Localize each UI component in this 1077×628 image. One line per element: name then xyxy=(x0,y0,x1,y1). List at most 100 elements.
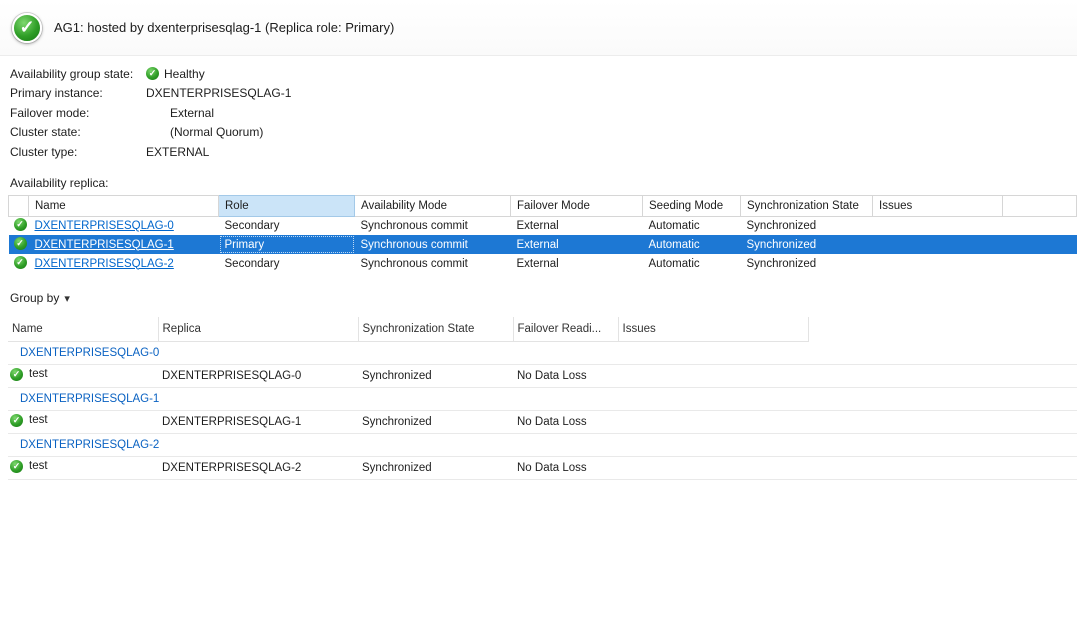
summary-label: Primary instance: xyxy=(10,86,146,100)
replica-role-cell: Secondary xyxy=(219,216,355,235)
group-name-cell: DXENTERPRISESQLAG-1 xyxy=(8,387,1077,410)
ag-healthy-icon xyxy=(12,13,42,43)
replica-seeding-mode-cell: Automatic xyxy=(643,254,741,273)
availability-replica-label: Availability replica: xyxy=(10,176,1077,190)
replica-failover-mode-cell: External xyxy=(511,216,643,235)
column-header-name[interactable]: Name xyxy=(8,317,158,341)
database-group-row[interactable]: DXENTERPRISESQLAG-1 xyxy=(8,387,1077,410)
summary-value: External xyxy=(170,106,214,120)
chevron-down-icon xyxy=(64,291,70,305)
column-header-failover-readiness[interactable]: Failover Readi... xyxy=(513,317,618,341)
summary-label: Cluster type: xyxy=(10,145,146,159)
replica-table-header-row: Name Role Availability Mode Failover Mod… xyxy=(9,195,1077,216)
replica-name-cell: DXENTERPRISESQLAG-1 xyxy=(29,235,219,254)
database-row[interactable]: test DXENTERPRISESQLAG-0 Synchronized No… xyxy=(8,364,1077,387)
healthy-icon xyxy=(10,460,23,473)
database-replica-cell: DXENTERPRISESQLAG-0 xyxy=(158,364,358,387)
healthy-icon xyxy=(14,218,27,231)
column-header-synchronization-state[interactable]: Synchronization State xyxy=(741,195,873,216)
database-failover-readiness-cell: No Data Loss xyxy=(513,364,618,387)
database-replica-cell: DXENTERPRISESQLAG-1 xyxy=(158,410,358,433)
database-row[interactable]: test DXENTERPRISESQLAG-1 Synchronized No… xyxy=(8,410,1077,433)
database-failover-readiness-cell: No Data Loss xyxy=(513,456,618,479)
replica-link[interactable]: DXENTERPRISESQLAG-1 xyxy=(35,239,174,251)
replica-filler-cell xyxy=(1003,254,1077,273)
database-filler-cell xyxy=(808,410,1077,433)
summary-row-group-state: Availability group state: Healthy xyxy=(10,64,1077,84)
database-group-row[interactable]: DXENTERPRISESQLAG-2 xyxy=(8,433,1077,456)
group-replica-name: DXENTERPRISESQLAG-1 xyxy=(20,393,159,405)
database-name-cell: test xyxy=(8,456,158,479)
database-group-row[interactable]: DXENTERPRISESQLAG-0 xyxy=(8,341,1077,364)
replica-state-cell xyxy=(9,216,29,235)
column-header-role[interactable]: Role xyxy=(219,195,355,216)
replica-name-cell: DXENTERPRISESQLAG-0 xyxy=(29,216,219,235)
page-title: AG1: hosted by dxenterprisesqlag-1 (Repl… xyxy=(54,20,394,35)
column-header-name[interactable]: Name xyxy=(29,195,219,216)
summary-label: Availability group state: xyxy=(10,67,146,81)
replica-failover-mode-cell: External xyxy=(511,254,643,273)
replica-state-cell xyxy=(9,235,29,254)
replica-link[interactable]: DXENTERPRISESQLAG-0 xyxy=(35,220,174,232)
database-table: Name Replica Synchronization State Failo… xyxy=(8,317,1077,480)
summary-value: (Normal Quorum) xyxy=(170,125,263,139)
replica-synchronization-state-cell: Synchronized xyxy=(741,235,873,254)
summary-row-cluster-state: Cluster state: (Normal Quorum) xyxy=(10,123,1077,143)
summary-label: Failover mode: xyxy=(10,106,146,120)
column-header-availability-mode[interactable]: Availability Mode xyxy=(355,195,511,216)
column-header-synchronization-state[interactable]: Synchronization State xyxy=(358,317,513,341)
column-header-seeding-mode[interactable]: Seeding Mode xyxy=(643,195,741,216)
column-header-issues[interactable]: Issues xyxy=(873,195,1003,216)
database-sync-state-cell: Synchronized xyxy=(358,364,513,387)
summary-row-cluster-type: Cluster type: EXTERNAL xyxy=(10,142,1077,162)
column-header-replica[interactable]: Replica xyxy=(158,317,358,341)
summary-section: Availability group state: Healthy Primar… xyxy=(0,56,1077,162)
database-issues-cell xyxy=(618,364,808,387)
availability-replica-table: Name Role Availability Mode Failover Mod… xyxy=(8,195,1077,274)
group-by-label: Group by xyxy=(10,291,59,305)
database-filler-cell xyxy=(808,456,1077,479)
replica-role-cell: Secondary xyxy=(219,254,355,273)
replica-row[interactable]: DXENTERPRISESQLAG-2 Secondary Synchronou… xyxy=(9,254,1077,273)
group-by-dropdown[interactable]: Group by xyxy=(10,291,70,305)
database-filler-cell xyxy=(808,364,1077,387)
replica-filler-cell xyxy=(1003,235,1077,254)
replica-issues-cell xyxy=(873,254,1003,273)
database-row[interactable]: test DXENTERPRISESQLAG-2 Synchronized No… xyxy=(8,456,1077,479)
group-replica-name: DXENTERPRISESQLAG-2 xyxy=(20,439,159,451)
database-name-cell: test xyxy=(8,410,158,433)
column-header-filler xyxy=(1003,195,1077,216)
database-failover-readiness-cell: No Data Loss xyxy=(513,410,618,433)
summary-value: Healthy xyxy=(164,67,205,81)
group-name-cell: DXENTERPRISESQLAG-0 xyxy=(8,341,1077,364)
replica-issues-cell xyxy=(873,216,1003,235)
healthy-icon xyxy=(10,414,23,427)
replica-name-cell: DXENTERPRISESQLAG-2 xyxy=(29,254,219,273)
database-sync-state-cell: Synchronized xyxy=(358,410,513,433)
database-name: test xyxy=(29,414,48,426)
database-issues-cell xyxy=(618,456,808,479)
replica-seeding-mode-cell: Automatic xyxy=(643,216,741,235)
summary-label: Cluster state: xyxy=(10,125,146,139)
column-header-failover-mode[interactable]: Failover Mode xyxy=(511,195,643,216)
replica-availability-mode-cell: Synchronous commit xyxy=(355,235,511,254)
replica-state-cell xyxy=(9,254,29,273)
database-issues-cell xyxy=(618,410,808,433)
database-sync-state-cell: Synchronized xyxy=(358,456,513,479)
replica-synchronization-state-cell: Synchronized xyxy=(741,216,873,235)
healthy-icon xyxy=(14,237,27,250)
summary-value: DXENTERPRISESQLAG-1 xyxy=(146,86,291,100)
replica-failover-mode-cell: External xyxy=(511,235,643,254)
group-replica-name: DXENTERPRISESQLAG-0 xyxy=(20,347,159,359)
summary-row-failover-mode: Failover mode: External xyxy=(10,103,1077,123)
database-table-header-row: Name Replica Synchronization State Failo… xyxy=(8,317,1077,341)
replica-link[interactable]: DXENTERPRISESQLAG-2 xyxy=(35,258,174,270)
healthy-icon xyxy=(146,67,159,80)
column-header-icon xyxy=(9,195,29,216)
group-name-cell: DXENTERPRISESQLAG-2 xyxy=(8,433,1077,456)
replica-row[interactable]: DXENTERPRISESQLAG-1 Primary Synchronous … xyxy=(9,235,1077,254)
column-header-issues[interactable]: Issues xyxy=(618,317,808,341)
replica-row[interactable]: DXENTERPRISESQLAG-0 Secondary Synchronou… xyxy=(9,216,1077,235)
healthy-icon xyxy=(10,368,23,381)
database-replica-cell: DXENTERPRISESQLAG-2 xyxy=(158,456,358,479)
